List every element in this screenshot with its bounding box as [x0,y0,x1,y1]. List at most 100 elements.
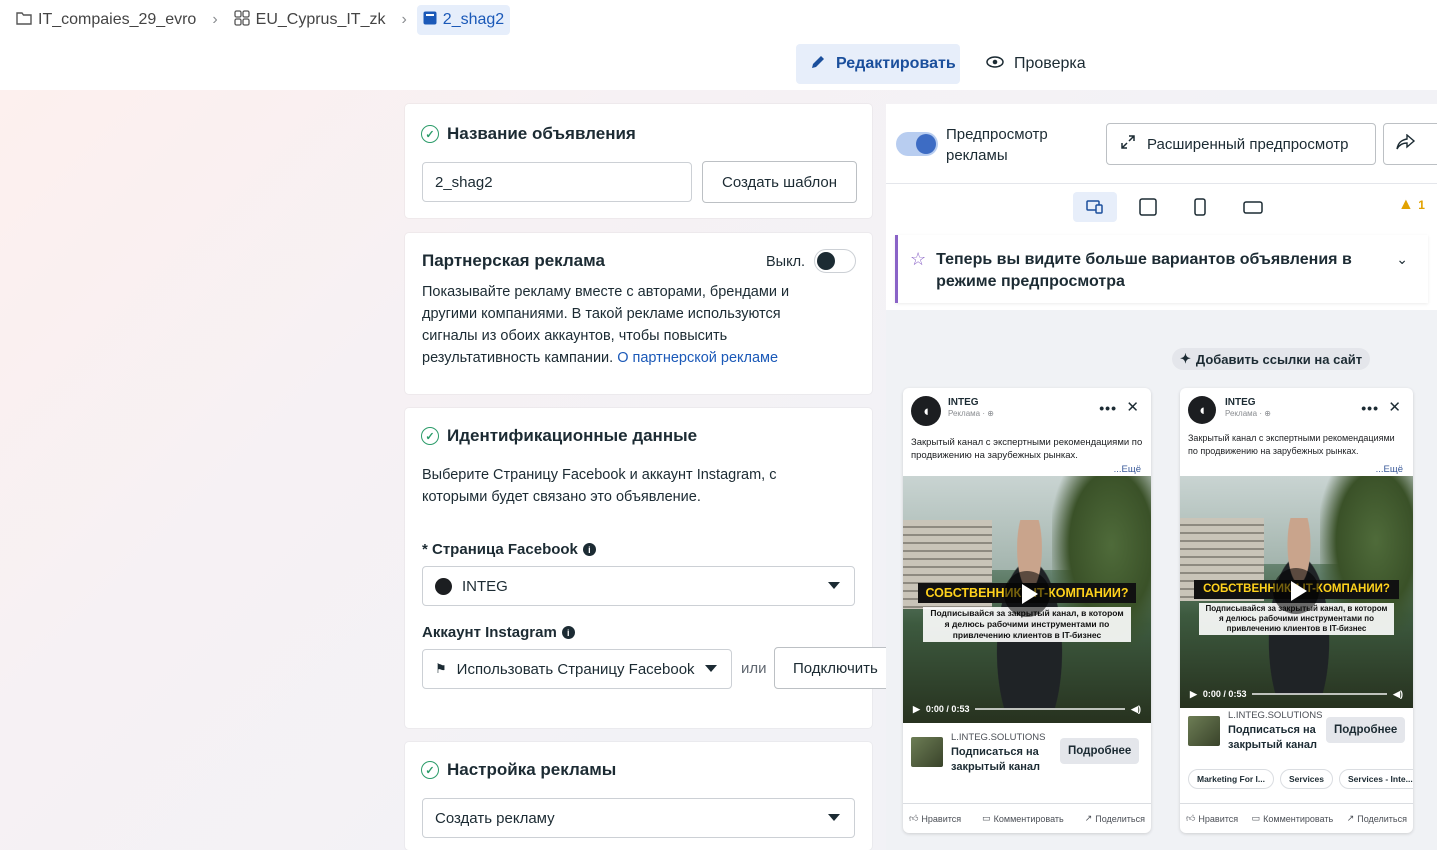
ad-preview-toggle[interactable] [896,132,938,156]
share-icon [1396,132,1416,155]
breadcrumb: IT_compaies_29_evro › EU_Cyprus_IT_zk › … [0,0,1437,40]
share-button[interactable]: ↗ Поделиться [1347,813,1407,824]
like-button[interactable]: 👍︎ Нравится [909,813,961,824]
grid-icon [233,9,250,31]
ad-header: ◖ INTEG Реклама · ⊕ ••• ✕ [1180,388,1413,428]
ad-setup-section: ✓ Настройка рекламы Создать рекламу [405,742,872,850]
learn-more-label: Подробнее [1334,724,1398,736]
partner-ads-toggle[interactable] [814,249,856,273]
identity-heading: ✓ Идентификационные данные [421,426,697,446]
video-progress[interactable] [975,708,1126,710]
identity-title: Идентификационные данные [447,426,698,445]
play-small-icon[interactable]: ▶ [913,704,920,715]
close-icon[interactable]: ✕ [1388,398,1401,416]
preview-notice[interactable]: ☆ Теперь вы видите больше вариантов объя… [895,235,1428,303]
chip-marketing[interactable]: Marketing For I... [1188,769,1275,789]
ad-setup-select[interactable]: Создать рекламу [422,798,855,838]
comment-button[interactable]: ▭ Комментировать [982,813,1064,824]
partner-ads-title: Партнерская реклама [422,251,605,270]
breadcrumb-campaign[interactable]: IT_compaies_29_evro [10,5,202,35]
chevron-right-icon: › [401,11,407,28]
horizontal-placement-icon[interactable] [1231,192,1275,222]
play-small-icon[interactable]: ▶ [1190,689,1197,700]
ad-name-section: ✓ Название объявления 2_shag2 Создать ша… [405,104,872,218]
chip-services-integ[interactable]: Services - Inte... [1339,769,1413,789]
more-options-icon[interactable]: ••• [1361,400,1379,416]
ad-video[interactable]: СОБСТВЕННИКИ IT-КОМПАНИИ? Подписывайся з… [1180,476,1413,708]
comment-label: Комментировать [1263,813,1334,824]
comment-label: Комментировать [993,813,1064,824]
integ-logo-icon [435,577,452,595]
thumbs-up-icon: 👍︎ [909,813,919,823]
add-website-links-button[interactable]: ✦ Добавить ссылки на сайт [1172,348,1371,370]
comment-icon: ▭ [982,813,991,823]
comment-button[interactable]: ▭ Комментировать [1252,813,1334,824]
connect-instagram-button[interactable]: Подключить [774,647,894,689]
link-title: Подписаться на закрытый канал [1228,724,1318,751]
vertical-placement-icon[interactable] [1178,192,1222,222]
warning-count: 1 [1418,198,1425,212]
share-icon: ↗ [1084,813,1093,823]
facebook-page-select[interactable]: INTEG [422,566,855,606]
ad-video[interactable]: СОБСТВЕННИКИ IT-КОМПАНИИ? Подписывайся з… [903,476,1151,723]
caret-down-icon [828,814,840,821]
create-template-button[interactable]: Создать шаблон [702,161,857,203]
breadcrumb-adset[interactable]: EU_Cyprus_IT_zk [228,5,392,35]
ad-icon [423,11,437,30]
integ-logo-icon: ◖ [911,396,941,426]
video-controls: ▶ 0:00 / 0:53 ◀) [1180,680,1413,708]
warning-indicator[interactable]: ▲ 1 [1398,196,1425,214]
play-icon[interactable] [1004,571,1050,617]
see-more-link[interactable]: ...Ещё [1376,463,1403,476]
learn-more-button[interactable]: Подробнее [1060,738,1140,764]
play-icon[interactable] [1273,568,1319,614]
expanded-preview-button[interactable]: Расширенный предпросмотр [1106,123,1376,165]
close-icon[interactable]: ✕ [1126,398,1139,416]
comment-icon: ▭ [1251,813,1261,823]
connect-instagram-label: Подключить [793,659,878,677]
facebook-page-value: INTEG [462,577,508,595]
volume-icon[interactable]: ◀) [1131,704,1141,715]
link-domain: L.INTEG.SOLUTIONS [1228,710,1323,721]
flag-icon: ⚑ [435,661,447,676]
engagement-bar: 👍︎ Нравится ▭ Комментировать ↗ Поделиться [1180,803,1413,833]
share-preview-button[interactable] [1383,123,1437,165]
all-placements-icon[interactable] [1073,192,1117,222]
info-icon[interactable]: i [561,626,575,639]
share-icon: ↗ [1346,813,1355,823]
link-domain: L.INTEG.SOLUTIONS [951,732,1046,743]
info-icon[interactable]: i [582,543,596,556]
square-placement-icon[interactable] [1126,192,1170,222]
instagram-account-label: Аккаунт Instagram i [422,624,575,641]
instagram-account-value: Использовать Страницу Facebook [456,660,695,678]
feed-ad-preview-alt: ◖ INTEG Реклама · ⊕ ••• ✕ Закрытый канал… [1180,388,1413,833]
check-circle-icon: ✓ [421,125,439,143]
more-options-icon[interactable]: ••• [1099,400,1117,416]
see-more-link[interactable]: ...Ещё [1114,463,1141,476]
learn-more-button[interactable]: Подробнее [1326,717,1406,743]
review-mode-button[interactable]: Проверка [972,44,1096,84]
eye-icon [986,55,1004,73]
ad-setup-value: Создать рекламу [435,809,555,827]
ad-name-heading: ✓ Название объявления [421,124,636,144]
ad-name-input[interactable]: 2_shag2 [422,162,692,202]
identity-description: Выберите Страницу Facebook и аккаунт Ins… [422,467,777,505]
ad-primary-text: Закрытый канал с экспертными рекомендаци… [903,428,1151,476]
ad-name-title: Название объявления [447,124,636,143]
expanded-preview-label: Расширенный предпросмотр [1147,135,1349,153]
ad-sponsored-label: Реклама · ⊕ [948,409,994,418]
edit-mode-button[interactable]: Редактировать [796,44,960,84]
video-progress[interactable] [1252,693,1388,695]
chip-services[interactable]: Services [1280,769,1333,789]
partner-ads-link[interactable]: О партнерской рекламе [617,350,778,366]
breadcrumb-ad[interactable]: 2_shag2 [416,5,511,35]
share-label: Поделиться [1095,813,1145,824]
video-time: 0:00 / 0:53 [925,704,970,714]
like-button[interactable]: 👍︎ Нравится [1186,813,1238,824]
facebook-page-label-text: * Страница Facebook [422,541,578,558]
ad-name-value: 2_shag2 [435,173,493,191]
instagram-account-select[interactable]: ⚑ Использовать Страницу Facebook [422,649,732,689]
share-button[interactable]: ↗ Поделиться [1085,813,1145,824]
chevron-down-icon[interactable]: ⌄ [1396,251,1408,268]
volume-icon[interactable]: ◀) [1393,689,1403,700]
